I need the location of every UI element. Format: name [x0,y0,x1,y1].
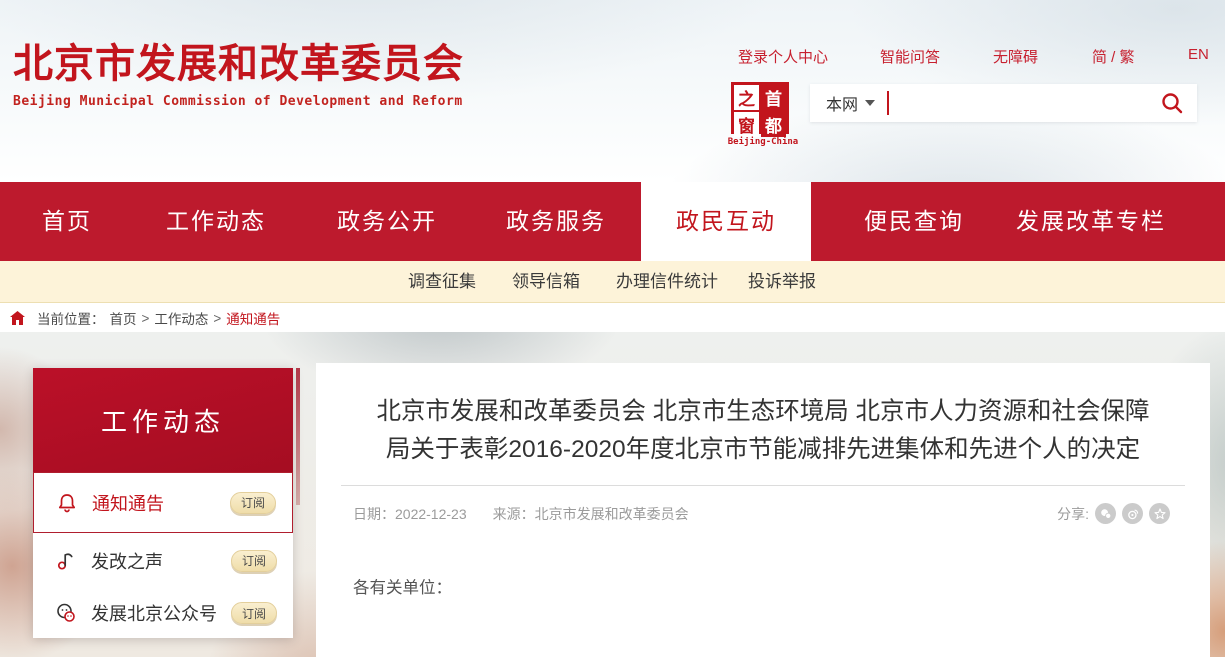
seal-char: 首 [761,85,786,110]
subnav-item-surveys[interactable]: 调查征集 [408,261,476,303]
nav-item-public-interaction-active[interactable]: 政民互动 [641,182,811,261]
subscribe-button[interactable]: 订阅 [231,602,277,624]
nav-item-gov-services[interactable]: 政务服务 [506,182,606,261]
search-icon[interactable] [1160,91,1184,115]
source-label: 来源： [493,504,535,524]
article-body-opening: 各有关单位： [353,574,1173,598]
share-wechat-icon[interactable] [1095,503,1116,524]
search-scope-label: 本网 [826,91,858,115]
article-panel: 北京市发展和改革委员会 北京市生态环境局 北京市人力资源和社会保障局关于表彰20… [316,363,1210,657]
sub-nav: 调查征集 领导信箱 办理信件统计 投诉举报 [0,261,1225,303]
background-accent [296,368,300,505]
title-divider [341,485,1185,486]
english-link[interactable]: EN [1188,46,1209,63]
bell-icon [56,492,82,514]
page: 北京市发展和改革委员会 Beijing Municipal Commission… [0,0,1225,657]
accessibility-link[interactable]: 无障碍 [993,46,1038,67]
share-bar: 分享: [1057,503,1170,524]
breadcrumb-separator: > [142,311,150,326]
site-title: 北京市发展和改革委员会 [13,40,464,88]
article-title: 北京市发展和改革委员会 北京市生态环境局 北京市人力资源和社会保障局关于表彰20… [368,393,1158,469]
music-note-icon [55,550,81,572]
share-label: 分享: [1057,504,1089,524]
sidebar-list: 通知通告 订阅 发改之声 订阅 [33,472,293,638]
sidebar-item-label: 通知通告 [92,490,230,516]
sidebar-item-voice-of-ndrc[interactable]: 发改之声 订阅 [33,533,293,588]
beijing-china-seal-logo[interactable]: 之 首 窗 都 Beijing-China [727,82,799,147]
breadcrumb-separator: > [213,311,221,326]
breadcrumb-home[interactable]: 首页 [110,308,137,328]
site-subtitle-en: Beijing Municipal Commission of Developm… [13,94,464,109]
breadcrumb-label: 当前位置： [37,308,105,328]
search-bar: 本网 [810,84,1197,122]
sidebar-title: 工作动态 [33,368,293,472]
breadcrumb-work-updates[interactable]: 工作动态 [154,308,208,328]
date-label: 日期： [353,504,395,524]
seal-grid-icon: 之 首 窗 都 [731,82,789,134]
nav-item-home[interactable]: 首页 [42,182,92,261]
article-source: 北京市发展和改革委员会 [535,504,689,524]
share-weibo-icon[interactable] [1122,503,1143,524]
search-scope-select[interactable]: 本网 [826,91,875,115]
seal-char: 窗 [734,112,759,137]
article-date: 2022-12-23 [395,506,467,522]
nav-item-work-updates[interactable]: 工作动态 [166,182,266,261]
sidebar: 工作动态 通知通告 订阅 发改之 [33,368,293,638]
article-meta: 日期： 2022-12-23 来源： 北京市发展和改革委员会 分享: [353,503,1170,524]
subnav-item-leader-mailbox[interactable]: 领导信箱 [512,261,580,303]
login-personal-center-link[interactable]: 登录个人中心 [738,46,828,67]
smart-qa-link[interactable]: 智能问答 [880,46,940,67]
breadcrumb-current-notices[interactable]: 通知通告 [226,308,280,328]
sidebar-item-label: 发展北京公众号 [91,600,231,626]
subnav-item-letter-statistics[interactable]: 办理信件统计 [616,261,718,303]
seal-char: 之 [734,85,759,110]
home-icon[interactable] [10,311,25,325]
seal-char: 都 [761,112,786,137]
wechat-icon [55,602,81,624]
site-header: 北京市发展和改革委员会 Beijing Municipal Commission… [0,0,1225,182]
nav-item-gov-disclosure[interactable]: 政务公开 [337,182,437,261]
nav-item-convenience-query[interactable]: 便民查询 [864,182,964,261]
sidebar-item-wechat-account[interactable]: 发展北京公众号 订阅 [33,588,293,638]
seal-caption: Beijing-China [727,137,799,147]
search-input[interactable] [889,84,1160,122]
subscribe-button[interactable]: 订阅 [231,550,277,572]
breadcrumb: 当前位置： 首页 > 工作动态 > 通知通告 [0,304,1225,332]
subnav-item-complaints[interactable]: 投诉举报 [748,261,816,303]
sidebar-item-notices[interactable]: 通知通告 订阅 [33,472,293,533]
sidebar-item-label: 发改之声 [91,548,231,574]
site-logo[interactable]: 北京市发展和改革委员会 Beijing Municipal Commission… [13,40,464,109]
nav-item-development-reform-column[interactable]: 发展改革专栏 [1016,182,1166,261]
subscribe-button[interactable]: 订阅 [230,492,276,514]
chevron-down-icon [865,100,875,106]
share-star-icon[interactable] [1149,503,1170,524]
simplified-traditional-toggle[interactable]: 简 / 繁 [1092,46,1135,67]
main-nav: 首页 工作动态 政务公开 政务服务 政民互动 便民查询 发展改革专栏 [0,182,1225,261]
